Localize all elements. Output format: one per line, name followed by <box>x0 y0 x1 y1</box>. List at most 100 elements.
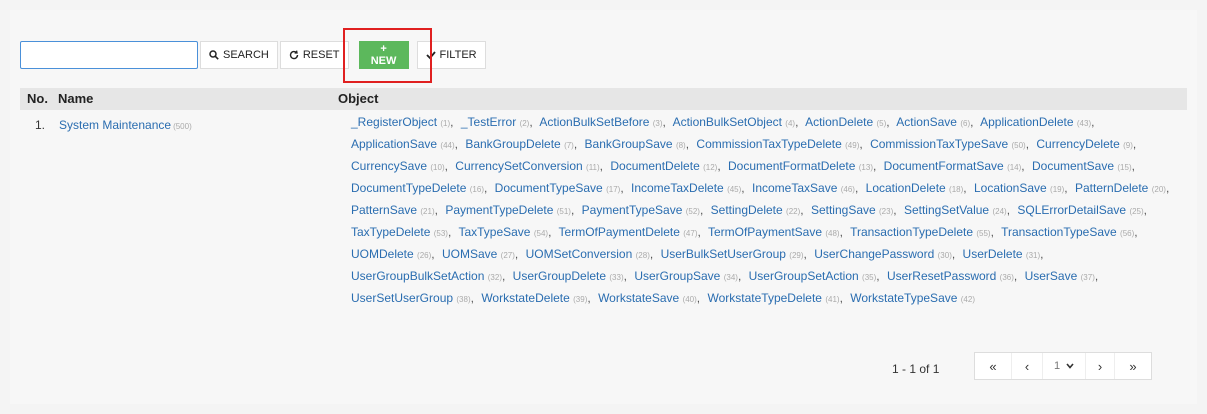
object-link-label: ActionDelete <box>805 115 874 129</box>
object-link-label: DocumentTypeSave <box>494 181 603 195</box>
object-link[interactable]: SettingDelete (22) <box>711 203 801 217</box>
object-link[interactable]: UOMSave (27) <box>442 247 515 261</box>
object-link[interactable]: WorkstateTypeDelete (41) <box>707 291 839 305</box>
object-link[interactable]: UserGroupSetAction (35) <box>749 269 877 283</box>
separator: , <box>649 247 654 261</box>
row-number: 1. <box>35 118 46 132</box>
object-link-label: TermOfPaymentSave <box>707 225 823 239</box>
row-name-link[interactable]: System Maintenance (500) <box>59 118 192 132</box>
object-link[interactable]: ApplicationDelete (43) <box>980 115 1091 129</box>
object-link[interactable]: UserResetPassword (36) <box>887 269 1014 283</box>
search-input[interactable] <box>20 41 198 69</box>
separator: , <box>587 291 591 305</box>
object-link[interactable]: SettingSave (23) <box>811 203 893 217</box>
object-link-label: DocumentSave <box>1031 159 1115 173</box>
separator: , <box>893 203 897 217</box>
object-link-count: (40) <box>682 295 697 304</box>
object-link[interactable]: CommissionTaxTypeDelete (49) <box>696 137 859 151</box>
object-link[interactable]: _TestError (2) <box>461 115 529 129</box>
object-link[interactable]: PatternSave (21) <box>351 203 435 217</box>
chevron-down-icon <box>1066 363 1074 369</box>
separator: , <box>717 159 721 173</box>
object-link[interactable]: UserSetUserGroup (38) <box>351 291 471 305</box>
object-link-label: UserGroupBulkSetAction <box>351 269 485 283</box>
object-link[interactable]: TaxTypeDelete (53) <box>351 225 448 239</box>
object-link-count: (53) <box>433 229 448 238</box>
object-link[interactable]: UOMSetConversion (28) <box>526 247 650 261</box>
object-link[interactable]: PaymentTypeDelete (51) <box>445 203 571 217</box>
page-select[interactable]: 1 <box>1043 353 1086 379</box>
object-link[interactable]: WorkstateSave (40) <box>598 291 697 305</box>
object-link-count: (33) <box>609 273 624 282</box>
object-link-count: (5) <box>876 119 887 128</box>
object-link[interactable]: CurrencySave (10) <box>351 159 445 173</box>
object-link-count: (30) <box>937 251 952 260</box>
prev-page-button[interactable]: ‹ <box>1012 353 1043 379</box>
object-link[interactable]: ActionBulkSetBefore (3) <box>539 115 662 129</box>
object-link[interactable]: ApplicationSave (44) <box>351 137 455 151</box>
object-link[interactable]: UserBulkSetUserGroup (29) <box>661 247 804 261</box>
object-link[interactable]: TaxTypeSave (54) <box>458 225 548 239</box>
object-link[interactable]: WorkstateTypeSave (42) <box>850 291 975 305</box>
separator: , <box>1094 269 1099 283</box>
object-link[interactable]: WorkstateDelete (39) <box>481 291 587 305</box>
object-link[interactable]: SQLErrorDetailSave (25) <box>1017 203 1143 217</box>
object-link[interactable]: SettingSetValue (24) <box>904 203 1007 217</box>
object-link[interactable]: UserGroupDelete (33) <box>513 269 624 283</box>
object-link-label: DocumentFormatDelete <box>728 159 856 173</box>
filter-button[interactable]: FILTER <box>416 41 486 69</box>
separator: , <box>854 181 859 195</box>
object-link[interactable]: DocumentDelete (12) <box>610 159 717 173</box>
object-link[interactable]: TransactionTypeDelete (55) <box>850 225 991 239</box>
separator: , <box>1025 137 1030 151</box>
object-link[interactable]: CurrencyDelete (9) <box>1036 137 1133 151</box>
next-page-button[interactable]: › <box>1086 353 1115 379</box>
object-link[interactable]: ActionBulkSetObject (4) <box>673 115 796 129</box>
object-link[interactable]: DocumentTypeDelete (16) <box>351 181 484 195</box>
object-link-label: UserResetPassword <box>886 269 997 283</box>
reset-button[interactable]: RESET <box>279 41 349 69</box>
object-link-label: TermOfPaymentDelete <box>558 225 680 239</box>
object-link[interactable]: UserDelete (31) <box>963 247 1041 261</box>
object-link[interactable]: UOMDelete (26) <box>351 247 431 261</box>
object-link-label: UserSave <box>1024 269 1078 283</box>
object-link[interactable]: DocumentFormatDelete (13) <box>728 159 873 173</box>
object-link[interactable]: IncomeTaxSave (46) <box>752 181 855 195</box>
last-page-button[interactable]: » <box>1115 353 1151 379</box>
object-link-count: (18) <box>949 185 964 194</box>
separator: , <box>483 181 488 195</box>
search-icon <box>209 50 219 60</box>
object-link[interactable]: LocationDelete (18) <box>866 181 964 195</box>
object-link[interactable]: PaymentTypeSave (52) <box>582 203 700 217</box>
object-link-count: (25) <box>1129 207 1144 216</box>
object-link[interactable]: UserGroupSave (34) <box>634 269 738 283</box>
object-link[interactable]: BankGroupSave (8) <box>585 137 686 151</box>
object-link[interactable]: CurrencySetConversion (11) <box>455 159 599 173</box>
object-link[interactable]: TermOfPaymentSave (48) <box>708 225 840 239</box>
object-link[interactable]: PatternDelete (20) <box>1075 181 1166 195</box>
object-link-count: (52) <box>685 207 700 216</box>
object-link[interactable]: UserGroupBulkSetAction (32) <box>351 269 502 283</box>
object-link[interactable]: _RegisterObject (1) <box>351 115 450 129</box>
object-link[interactable]: TermOfPaymentDelete (47) <box>559 225 698 239</box>
object-link[interactable]: IncomeTaxDelete (45) <box>631 181 741 195</box>
object-link[interactable]: DocumentFormatSave (14) <box>884 159 1022 173</box>
separator: , <box>859 137 863 151</box>
object-link[interactable]: CommissionTaxTypeSave (50) <box>870 137 1026 151</box>
object-link[interactable]: ActionSave (6) <box>896 115 970 129</box>
separator: , <box>876 269 880 283</box>
object-link[interactable]: TransactionTypeSave (56) <box>1001 225 1134 239</box>
first-page-button[interactable]: « <box>975 353 1012 379</box>
object-link[interactable]: UserChangePassword (30) <box>814 247 952 261</box>
search-button[interactable]: SEARCH <box>200 41 278 69</box>
separator: , <box>1006 203 1011 217</box>
object-link[interactable]: ActionDelete (5) <box>805 115 886 129</box>
object-link[interactable]: DocumentTypeSave (17) <box>495 181 621 195</box>
object-link[interactable]: LocationSave (19) <box>974 181 1064 195</box>
object-link[interactable]: DocumentSave (15) <box>1032 159 1132 173</box>
separator: , <box>1064 181 1068 195</box>
new-button[interactable]: + NEW <box>358 41 409 69</box>
object-link-label: BankGroupDelete <box>465 137 561 151</box>
object-link[interactable]: UserSave (37) <box>1025 269 1095 283</box>
object-link[interactable]: BankGroupDelete (7) <box>465 137 574 151</box>
